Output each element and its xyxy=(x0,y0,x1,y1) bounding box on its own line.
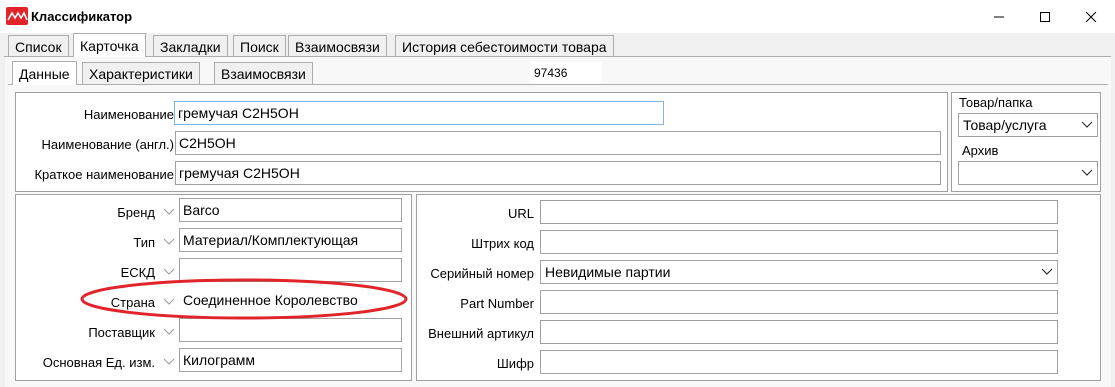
item-type-value: Товар/услуга xyxy=(963,117,1047,133)
chevron-down-icon xyxy=(163,358,175,365)
short-name-input[interactable]: гремучая С2H5OH xyxy=(175,161,941,185)
name-en-input[interactable]: C2H5OH xyxy=(175,131,941,155)
subtab-relations[interactable]: Взаимосвязи xyxy=(214,62,313,84)
url-label: URL xyxy=(507,206,534,221)
close-button[interactable] xyxy=(1068,0,1114,33)
serial-label: Серийный номер xyxy=(430,266,534,281)
external-sku-label: Внешний артикул xyxy=(428,326,534,341)
type-dropdown-button[interactable] xyxy=(162,235,176,249)
chevron-down-icon xyxy=(163,328,175,335)
maximize-button[interactable] xyxy=(1022,0,1068,33)
tab-relations[interactable]: Взаимосвязи xyxy=(288,35,387,57)
cipher-input[interactable] xyxy=(540,350,1058,374)
brand-dropdown-button[interactable] xyxy=(162,205,176,219)
name-input[interactable]: гремучая С2H5OH xyxy=(174,101,664,125)
external-sku-input[interactable] xyxy=(540,320,1058,344)
item-type-label: Товар/папка xyxy=(959,95,1033,110)
chevron-down-icon xyxy=(163,208,175,215)
record-id: 97436 xyxy=(530,62,602,84)
tab-bookmarks[interactable]: Закладки xyxy=(153,35,228,57)
name-en-label: Наименование (англ.) xyxy=(41,137,174,152)
tab-cost-history[interactable]: История себестоимости товара xyxy=(395,35,614,57)
chevron-down-icon xyxy=(1081,169,1093,176)
serial-value: Невидимые партии xyxy=(545,264,671,280)
part-number-label: Part Number xyxy=(460,296,534,311)
archive-select[interactable] xyxy=(958,161,1098,185)
minimize-button[interactable] xyxy=(976,0,1022,33)
chevron-down-icon xyxy=(1081,121,1093,128)
name-label: Наименование xyxy=(83,107,174,122)
window-title: Классификатор xyxy=(31,9,133,24)
highlight-ellipse xyxy=(80,278,408,320)
tab-card[interactable]: Карточка xyxy=(73,33,146,57)
barcode-label: Штрих код xyxy=(471,236,534,251)
subtab-characteristics[interactable]: Характеристики xyxy=(82,62,200,84)
supplier-label: Поставщик xyxy=(88,325,155,340)
subtab-data[interactable]: Данные xyxy=(12,61,77,85)
maximize-icon xyxy=(1040,11,1050,22)
title-bar xyxy=(0,0,1115,33)
archive-label: Архив xyxy=(962,143,999,158)
brand-input[interactable]: Barco xyxy=(179,198,402,222)
close-icon xyxy=(1085,11,1097,22)
type-input[interactable]: Материал/Комплектующая xyxy=(179,228,402,252)
unit-label: Основная Ед. изм. xyxy=(42,355,155,370)
barcode-input[interactable] xyxy=(540,230,1058,254)
part-number-input[interactable] xyxy=(540,290,1058,314)
tab-list[interactable]: Список xyxy=(8,35,69,57)
short-name-label: Краткое наименование xyxy=(34,167,174,182)
chevron-down-icon xyxy=(163,238,175,245)
url-input[interactable] xyxy=(540,200,1058,224)
item-type-select[interactable]: Товар/услуга xyxy=(958,113,1098,137)
tab-search[interactable]: Поиск xyxy=(233,35,286,57)
unit-input[interactable]: Килограмм xyxy=(179,348,402,372)
unit-dropdown-button[interactable] xyxy=(162,355,176,369)
brand-label: Бренд xyxy=(117,205,155,220)
minimize-icon xyxy=(994,16,1004,17)
chevron-down-icon xyxy=(1041,268,1053,275)
subtab-divider xyxy=(8,84,1108,85)
cipher-label: Шифр xyxy=(496,356,534,371)
app-logo-icon xyxy=(6,7,28,25)
type-label: Тип xyxy=(133,235,155,250)
supplier-dropdown-button[interactable] xyxy=(162,325,176,339)
serial-select[interactable]: Невидимые партии xyxy=(540,260,1058,284)
